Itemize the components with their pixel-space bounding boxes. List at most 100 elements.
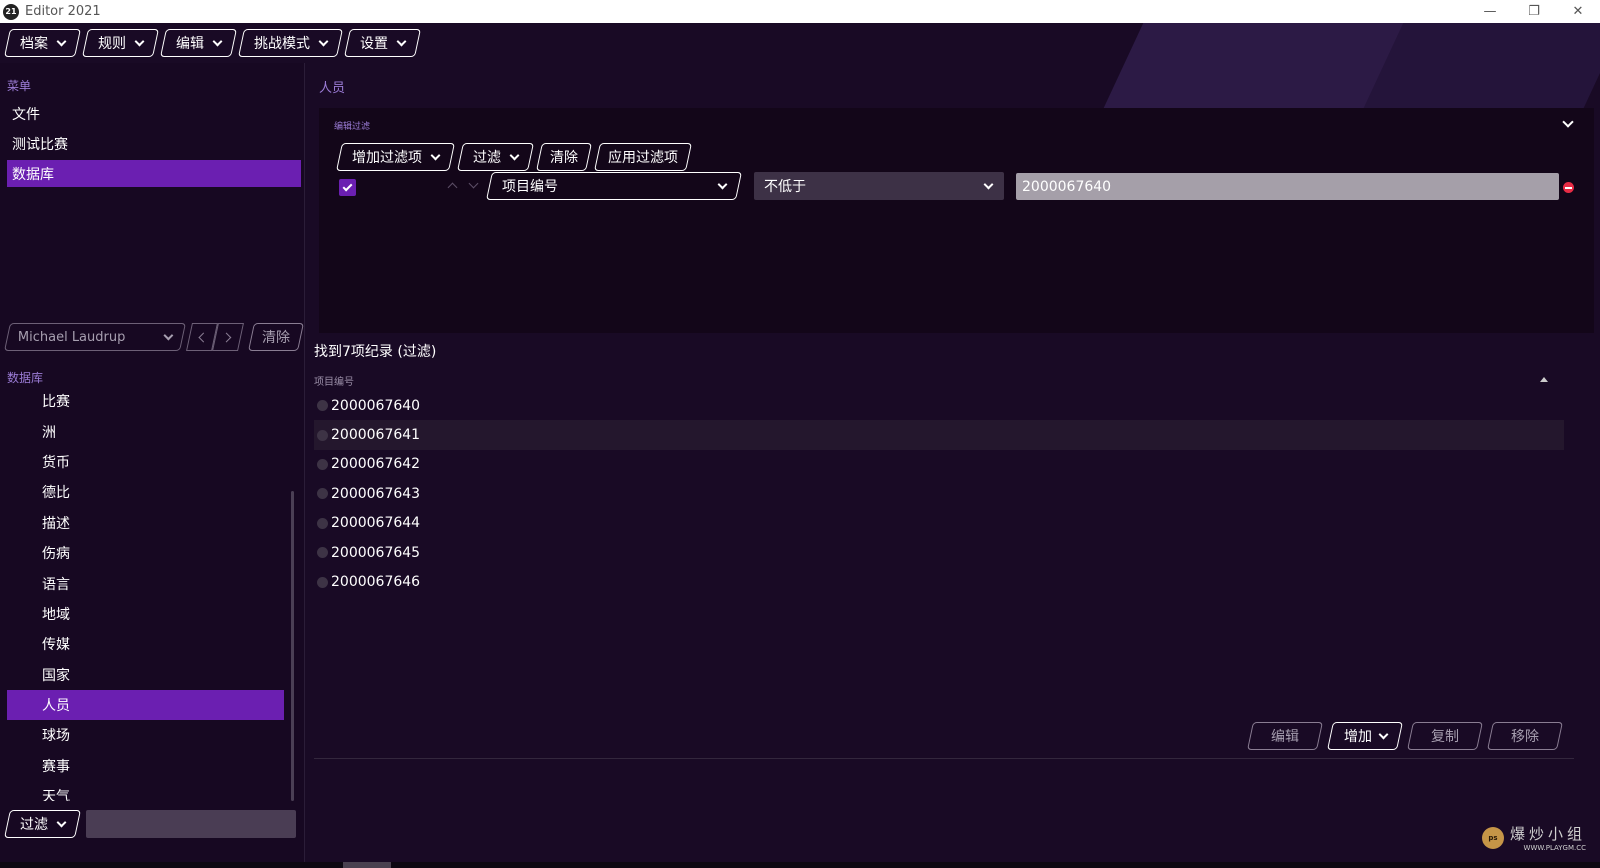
row-id: 2000067643 (331, 485, 421, 502)
menu-section-label: 菜单 (7, 79, 32, 93)
add-button[interactable]: 增加 (1327, 722, 1403, 750)
filter-enabled-checkbox[interactable] (339, 179, 356, 196)
window-title: Editor 2021 (25, 4, 101, 19)
row-status-icon (317, 517, 328, 529)
filter-button[interactable]: 过滤 (457, 143, 534, 171)
database-item[interactable]: 球场 (7, 720, 297, 750)
chevron-right-icon (221, 332, 232, 342)
remove-button[interactable]: 移除 (1487, 722, 1563, 750)
player-name: Michael Laudrup (18, 329, 126, 345)
sidebar-filter-row: 过滤 (4, 810, 296, 838)
database-list-scrollbar[interactable] (291, 491, 294, 801)
filter-panel: 编辑过滤 增加过滤项 过滤 清除 应用过滤项 项目编号 不低于 20000676… (319, 108, 1594, 333)
main-content: 人员 编辑过滤 增加过滤项 过滤 清除 应用过滤项 项目编号 不低于 20000… (305, 63, 1600, 868)
menu-challenge-label: 挑战模式 (254, 36, 310, 52)
database-item[interactable]: 描述 (7, 508, 297, 538)
menu-file-button[interactable]: 档案 (4, 29, 81, 57)
table-row[interactable]: 2000067643 (314, 479, 1564, 508)
chevron-down-icon (134, 36, 145, 46)
database-item[interactable]: 德比 (7, 477, 297, 507)
app-logo: 21 (3, 3, 19, 20)
move-down-icon[interactable] (468, 178, 479, 189)
filter-toolbar: 增加过滤项 过滤 清除 应用过滤项 (336, 143, 692, 171)
watermark-url: WWW.PLAYGM.CC (1523, 844, 1586, 852)
filter-operator-select[interactable]: 不低于 (754, 172, 1004, 200)
chevron-down-icon (717, 179, 728, 189)
watermark-logo: ps (1481, 826, 1504, 849)
database-item[interactable]: 比赛 (7, 386, 297, 416)
database-section-label: 数据库 (7, 371, 44, 385)
minimize-icon[interactable]: — (1468, 0, 1512, 23)
apply-filter-button[interactable]: 应用过滤项 (594, 143, 692, 171)
left-sidebar: 菜单 文件 测试比赛 数据库 Michael Laudrup 清除 数据库 比赛… (0, 63, 305, 868)
copy-button[interactable]: 复制 (1407, 722, 1483, 750)
table-row[interactable]: 2000067641 (314, 420, 1564, 450)
row-status-icon (317, 458, 328, 470)
table-row[interactable]: 2000067645 (314, 538, 1564, 567)
database-item[interactable]: 洲 (7, 416, 297, 446)
table-row[interactable]: 2000067640 (314, 391, 1564, 420)
chevron-down-icon (1378, 729, 1388, 739)
add-filter-button[interactable]: 增加过滤项 (336, 143, 455, 171)
chevron-down-icon[interactable] (1562, 116, 1574, 128)
filter-condition-row: 项目编号 不低于 2000067640 (339, 172, 1579, 200)
database-item[interactable]: 货币 (7, 447, 297, 477)
player-clear-button[interactable]: 清除 (248, 323, 304, 351)
menu-rules-label: 规则 (98, 36, 126, 52)
row-id: 2000067641 (331, 427, 421, 444)
sidebar-filter-input[interactable] (86, 810, 296, 838)
horizontal-scrollbar[interactable] (0, 862, 1600, 868)
row-id: 2000067646 (331, 574, 421, 591)
player-select[interactable]: Michael Laudrup (4, 323, 186, 351)
filter-field-select[interactable]: 项目编号 (486, 172, 742, 200)
remove-filter-icon[interactable] (1563, 182, 1574, 193)
database-item[interactable]: 国家 (7, 660, 297, 690)
filter-field-value: 项目编号 (502, 179, 558, 195)
database-item[interactable]: 天气 (7, 781, 297, 801)
move-up-icon[interactable] (447, 182, 458, 193)
action-bar: 编辑 增加 复制 移除 (1247, 722, 1563, 750)
database-item[interactable]: 伤病 (7, 538, 297, 568)
clear-filter-button[interactable]: 清除 (536, 143, 592, 171)
row-id: 2000067645 (331, 544, 421, 561)
menu-rules-button[interactable]: 规则 (82, 29, 159, 57)
database-item[interactable]: 人员 (7, 689, 284, 721)
sidebar-item-test-match[interactable]: 测试比赛 (7, 130, 301, 157)
edit-button[interactable]: 编辑 (1247, 722, 1323, 750)
result-count: 找到7项纪录 (过滤) (314, 344, 437, 360)
filter-value-input[interactable]: 2000067640 (1016, 173, 1559, 200)
chevron-down-icon (396, 36, 407, 46)
database-item[interactable]: 地域 (7, 599, 297, 629)
row-status-icon (317, 576, 328, 588)
menu-file-label: 档案 (20, 36, 48, 52)
menu-settings-button[interactable]: 设置 (344, 29, 421, 57)
database-item[interactable]: 传媒 (7, 629, 297, 659)
table-row[interactable]: 2000067642 (314, 450, 1564, 479)
sidebar-item-file[interactable]: 文件 (7, 100, 301, 127)
table-row[interactable]: 2000067644 (314, 509, 1564, 538)
database-item[interactable]: 赛事 (7, 751, 297, 781)
sidebar-item-database[interactable]: 数据库 (7, 160, 301, 187)
menu-bar: 档案 规则 编辑 挑战模式 设置 (0, 23, 1600, 63)
add-label: 增加 (1343, 729, 1372, 745)
menu-edit-button[interactable]: 编辑 (160, 29, 237, 57)
menu-settings-label: 设置 (360, 36, 388, 52)
scrollbar-thumb[interactable] (343, 862, 391, 868)
filter-label: 过滤 (473, 150, 501, 166)
chevron-down-icon (983, 179, 994, 189)
database-item[interactable]: 语言 (7, 568, 297, 598)
column-header-id[interactable]: 项目编号 (314, 373, 354, 388)
sidebar-filter-button[interactable]: 过滤 (4, 810, 81, 838)
sort-ascending-icon[interactable] (1540, 377, 1548, 382)
database-list: 比赛洲货币 德比 描述 伤病 语言 地域 传媒 国家 人员 球场 赛事 天气 (7, 386, 297, 801)
copy-label: 复制 (1431, 729, 1459, 745)
results-list: 2000067640 2000067641 2000067642 2000067643… (314, 391, 1564, 597)
check-icon (342, 181, 353, 192)
restore-icon[interactable]: ❐ (1512, 0, 1556, 23)
menu-challenge-button[interactable]: 挑战模式 (238, 29, 343, 57)
chevron-down-icon (318, 36, 329, 46)
table-row[interactable]: 2000067646 (314, 567, 1564, 596)
page-title: 人员 (319, 81, 346, 96)
next-button[interactable] (212, 323, 244, 351)
close-icon[interactable]: ✕ (1556, 0, 1600, 23)
